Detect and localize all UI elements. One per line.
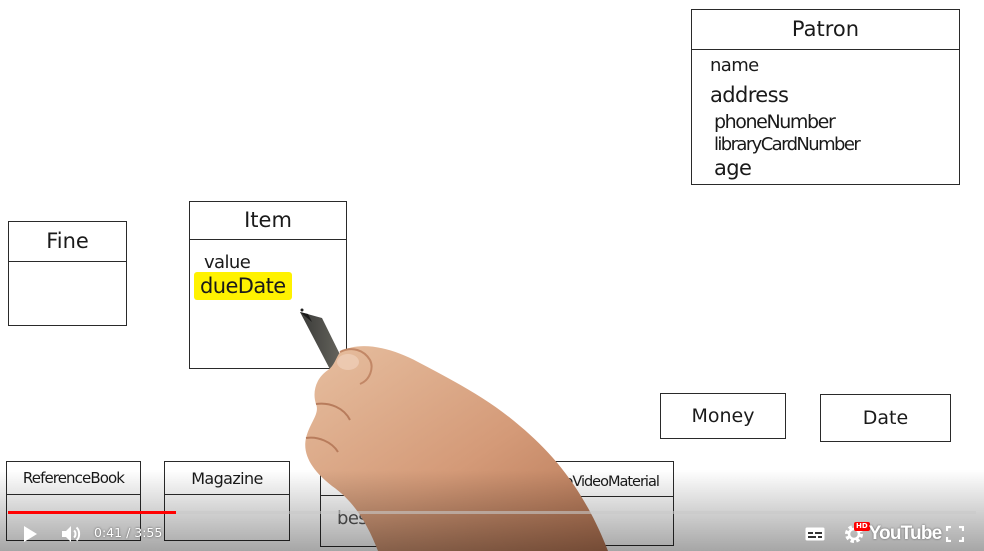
class-name-date: Date	[862, 407, 909, 429]
fullscreen-button[interactable]	[940, 516, 970, 551]
time-display: 0:41 / 3:55	[94, 525, 162, 540]
class-name-item: Item	[190, 202, 346, 240]
uml-class-item: Item value dueDate	[189, 201, 347, 369]
uml-class-money: Money	[660, 393, 786, 439]
class-name-money: Money	[691, 405, 755, 427]
class-name-patron: Patron	[692, 10, 959, 50]
attr-age: age	[714, 156, 752, 180]
youtube-logo: YouTube	[868, 522, 943, 544]
fullscreen-icon	[946, 525, 964, 542]
subtitles-button[interactable]	[800, 516, 830, 551]
attr-name: name	[710, 55, 759, 76]
class-name-reference-book: ReferenceBook	[7, 462, 140, 495]
mute-button[interactable]	[54, 516, 88, 551]
player-controls: 0:41 / 3:55 HD YouTube	[0, 516, 984, 551]
time-separator: /	[126, 525, 131, 540]
class-name-book: Book	[321, 463, 491, 496]
settings-button[interactable]: HD	[838, 516, 870, 551]
uml-class-fine: Fine	[8, 221, 127, 326]
attr-address: address	[710, 83, 789, 107]
attr-value: value	[204, 252, 251, 273]
play-button[interactable]	[14, 516, 46, 551]
attr-due-date-highlighted: dueDate	[194, 272, 292, 300]
current-time: 0:41	[94, 525, 123, 540]
attr-library-card-number: libraryCardNumber	[714, 134, 861, 155]
video-frame[interactable]: Patron name address phoneNumber libraryC…	[0, 0, 984, 551]
attr-phone-number: phoneNumber	[714, 111, 836, 133]
progress-played	[8, 511, 177, 514]
uml-class-date: Date	[820, 394, 951, 442]
progress-bar[interactable]	[8, 511, 976, 514]
play-icon	[24, 525, 37, 542]
class-name-fine: Fine	[9, 222, 126, 262]
hd-badge: HD	[854, 522, 870, 531]
youtube-logo-link[interactable]: YouTube	[869, 516, 943, 551]
uml-class-patron: Patron name address phoneNumber libraryC…	[691, 9, 960, 185]
class-name-audio-video-material: AudioVideoMaterial	[522, 462, 673, 497]
subtitles-icon	[805, 527, 825, 540]
class-name-magazine: Magazine	[165, 462, 289, 495]
duration: 3:55	[134, 525, 163, 540]
volume-icon	[62, 525, 81, 542]
